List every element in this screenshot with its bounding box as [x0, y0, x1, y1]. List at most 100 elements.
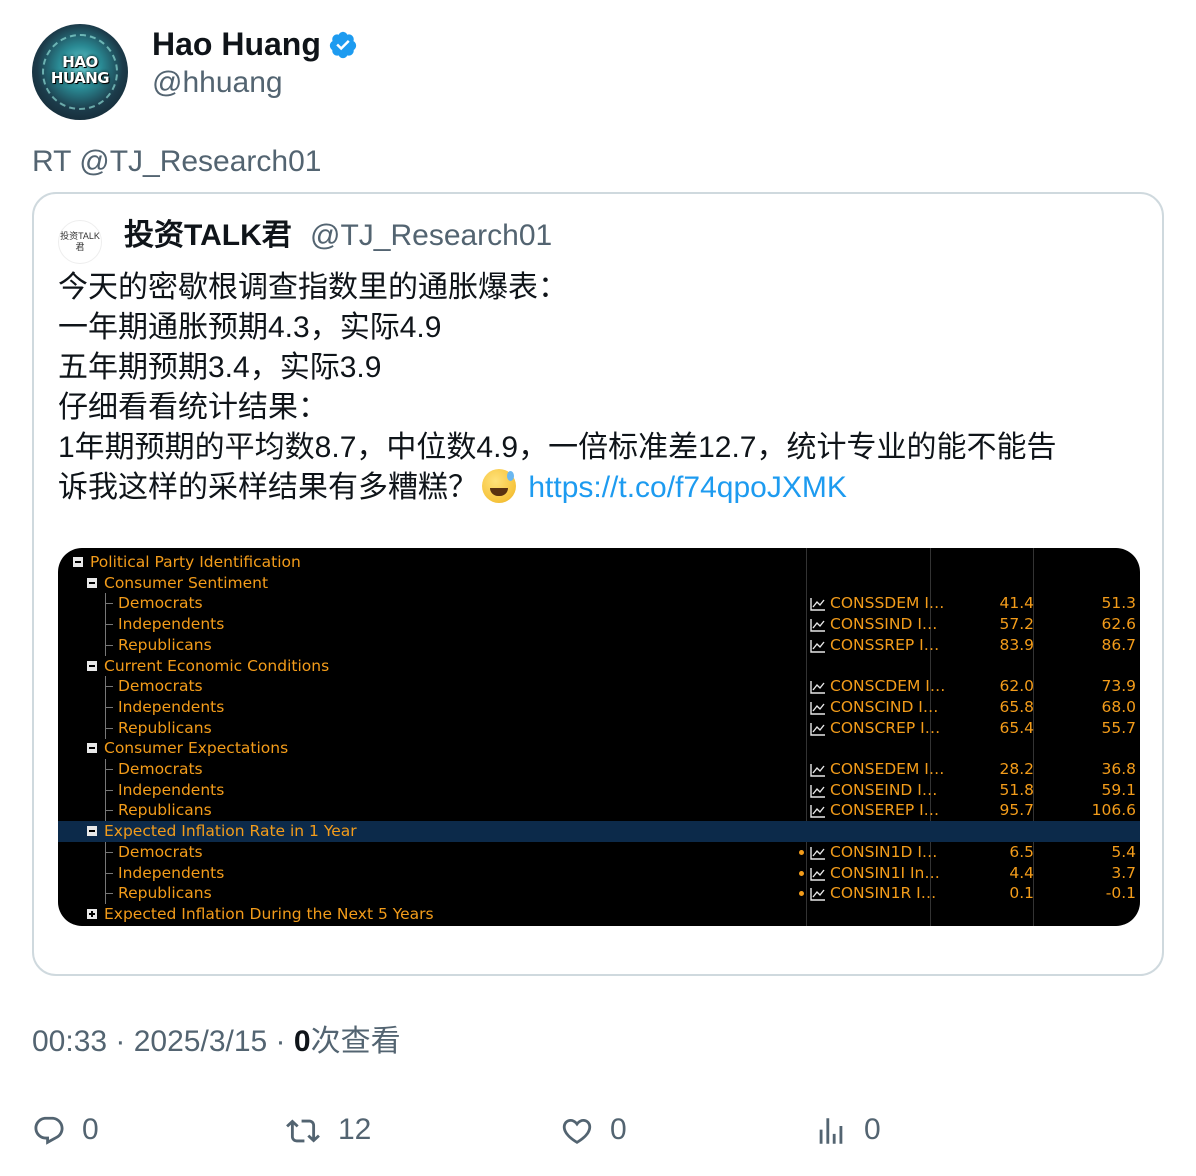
heart-icon [562, 1118, 592, 1144]
collapse-icon[interactable] [87, 743, 97, 754]
value-prior: 36.8 [1101, 760, 1136, 778]
verified-badge-icon [329, 31, 357, 59]
row-label: Expected Inflation Rate in 1 Year [104, 822, 357, 841]
tree-connector [105, 644, 113, 646]
row-label: Expected Inflation During the Next 5 Yea… [104, 904, 434, 923]
value-current: 65.8 [999, 697, 1034, 716]
line-chart-icon[interactable] [810, 762, 826, 777]
ticker-code[interactable]: CONSSDEM I… [830, 593, 944, 614]
line-chart-icon[interactable] [810, 596, 826, 612]
retweet-icon [286, 1119, 320, 1143]
views-button[interactable]: 0 [814, 1108, 934, 1152]
quoted-avatar[interactable]: 投资TALK君 [58, 220, 102, 264]
tree-connector [105, 851, 113, 853]
terminal-row[interactable]: Democrats CONSCDEM I… 62.0 73.9 [58, 676, 1140, 698]
terminal-row[interactable]: Republicans CONSSREP I… 83.9 86.7 [58, 634, 1140, 656]
terminal-row[interactable]: Political Party Identification [58, 552, 1140, 573]
like-button[interactable]: 0 [560, 1108, 680, 1152]
line-chart-icon[interactable] [810, 783, 826, 798]
meta-separator: · [267, 1025, 294, 1058]
value-current: 4.4 [1009, 863, 1034, 882]
row-label: Independents [118, 863, 225, 882]
collapse-icon[interactable] [87, 660, 97, 671]
tweet-date[interactable]: 2025/3/15 [134, 1025, 267, 1058]
author-avatar[interactable]: HAO HUANG [32, 24, 128, 120]
tweet-line: 1年期预期的平均数8.7，中位数4.9，一倍标准差12.7，统计专业的能不能告 [58, 431, 1057, 464]
value-current: 41.4 [999, 594, 1034, 613]
line-chart-icon[interactable] [810, 845, 826, 860]
value-prior: -0.1 [1105, 884, 1136, 903]
collapse-icon[interactable] [87, 577, 97, 588]
quoted-author-name[interactable]: 投资TALK君 [124, 216, 292, 256]
terminal-row[interactable]: Expected Inflation During the Next 5 Yea… [58, 904, 1140, 925]
ticker-code[interactable]: CONSEDEM I… [830, 759, 944, 780]
line-chart-icon[interactable] [810, 679, 826, 694]
ticker-code[interactable]: CONSEREP I… [830, 800, 939, 821]
attached-image-terminal[interactable]: Political Party Identification Consumer S… [58, 548, 1140, 926]
ticker-code[interactable]: CONSIN1R I… [830, 883, 936, 904]
terminal-row[interactable]: Expected Inflation Rate in 1 Year [58, 821, 1140, 842]
terminal-row[interactable]: Consumer Sentiment [58, 573, 1140, 594]
line-chart-icon[interactable] [810, 721, 826, 736]
value-current: 65.4 [999, 718, 1034, 737]
value-prior: 62.6 [1101, 615, 1136, 634]
ticker-code[interactable]: CONSSREP I… [830, 635, 939, 656]
line-chart-icon[interactable] [810, 866, 826, 881]
ticker-code[interactable]: CONSSIND I… [830, 614, 937, 635]
row-label: Republicans [118, 635, 212, 654]
line-chart-icon[interactable] [810, 803, 826, 819]
sweat-smile-emoji-icon [482, 469, 516, 503]
value-current: 0.1 [1009, 884, 1034, 903]
tree-connector [105, 800, 106, 822]
views-chart-icon [819, 1118, 843, 1144]
reply-icon [34, 1116, 64, 1145]
row-label: Republicans [118, 884, 212, 903]
tree-connector [105, 810, 113, 812]
row-label: Political Party Identification [90, 553, 301, 571]
tree-connector [105, 789, 113, 791]
terminal-row[interactable]: Current Economic Conditions [58, 656, 1140, 677]
tree-connector [105, 862, 106, 884]
ticker-code[interactable]: CONSEIND I… [830, 780, 937, 801]
quoted-author-handle[interactable]: @TJ_Research01 [310, 216, 552, 256]
tweet-time[interactable]: 00:33 [32, 1025, 107, 1058]
retweet-button[interactable]: 12 [286, 1108, 406, 1152]
terminal-row[interactable]: Independents CONSSIND I… 57.2 62.6 [58, 614, 1140, 636]
tree-connector [105, 769, 113, 770]
reply-button[interactable]: 0 [32, 1108, 152, 1152]
value-prior: 73.9 [1101, 677, 1136, 696]
author-name[interactable]: Hao Huang [152, 24, 321, 64]
row-label: Consumer Expectations [104, 739, 289, 758]
collapse-icon[interactable] [73, 557, 83, 567]
tweet-link[interactable]: https://t.co/f74qpoJXMK [528, 471, 847, 504]
author-handle[interactable]: @hhuang [152, 64, 283, 102]
terminal-row[interactable]: Independents CONSCIND I… 65.8 68.0 [58, 696, 1140, 718]
row-label: Democrats [118, 677, 203, 696]
line-chart-icon[interactable] [810, 617, 826, 632]
ticker-code[interactable]: CONSCDEM I… [830, 676, 945, 697]
tree-connector [105, 676, 106, 698]
terminal-row[interactable]: Republicans CONSCREP I… 65.4 55.7 [58, 717, 1140, 739]
line-chart-icon[interactable] [810, 700, 826, 715]
terminal-row[interactable]: Independents CONSIN1I In… 4.4 3.7 [58, 862, 1140, 884]
ticker-code[interactable]: CONSCIND I… [830, 697, 938, 718]
quoted-tweet[interactable]: 投资TALK君 投资TALK君 @TJ_Research01 今天的密歇根调查指… [32, 192, 1164, 976]
row-label: Independents [118, 615, 225, 634]
ticker-code[interactable]: CONSCREP I… [830, 718, 940, 739]
tree-connector [105, 893, 113, 895]
terminal-row[interactable]: Independents CONSEIND I… 51.8 59.1 [58, 779, 1140, 801]
terminal-row[interactable]: Democrats CONSSDEM I… 41.4 51.3 [58, 593, 1140, 615]
terminal-row[interactable]: Democrats CONSEDEM I… 28.2 36.8 [58, 759, 1140, 780]
line-chart-icon[interactable] [810, 638, 826, 653]
ticker-code[interactable]: CONSIN1D I… [830, 842, 937, 863]
tree-connector [105, 872, 113, 874]
tree-connector [105, 603, 113, 605]
terminal-row[interactable]: Democrats CONSIN1D I… 6.5 5.4 [58, 841, 1140, 863]
terminal-row[interactable]: Consumer Expectations [58, 738, 1140, 759]
collapse-icon[interactable] [87, 826, 97, 837]
terminal-row[interactable]: Republicans CONSIN1R I… 0.1 -0.1 [58, 883, 1140, 905]
expand-icon[interactable] [87, 908, 97, 919]
ticker-code[interactable]: CONSIN1I In… [830, 863, 940, 884]
line-chart-icon[interactable] [810, 886, 826, 901]
terminal-row[interactable]: Republicans CONSEREP I… 95.7 106.6 [58, 800, 1140, 822]
